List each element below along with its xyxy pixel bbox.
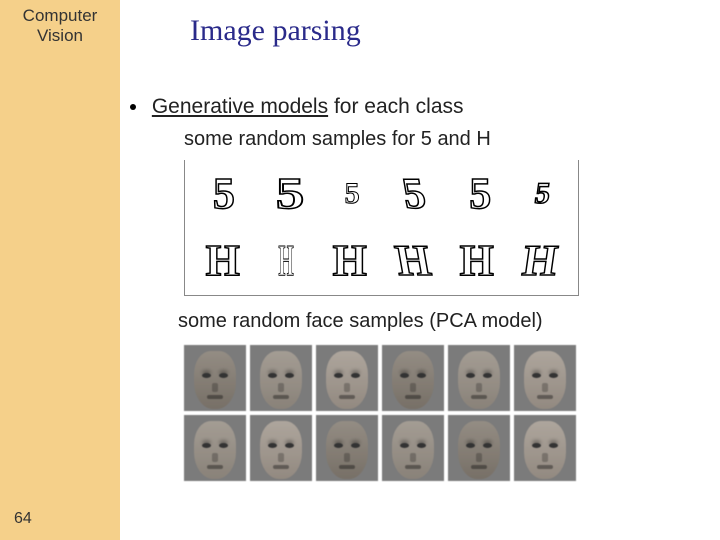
face-sample	[250, 415, 312, 481]
glyph-5: 5	[469, 172, 491, 216]
glyph-H: H	[333, 239, 367, 283]
bullet-item: Generative models for each class	[130, 95, 464, 119]
sidebar: Computer Vision	[0, 0, 120, 540]
glyph-5: 5	[213, 172, 235, 216]
glyph-H: H	[460, 239, 494, 283]
subtext-faces: some random face samples (PCA model)	[178, 310, 543, 333]
glyph-H: H	[206, 239, 240, 283]
face-sample	[250, 345, 312, 411]
sidebar-line2: Vision	[37, 26, 83, 45]
figure-samples-5-H: 5 5 5 5 5 5 H H H H H H	[184, 160, 579, 296]
face-sample	[514, 415, 576, 481]
row-fives: 5 5 5 5 5 5	[185, 160, 578, 228]
glyph-H: H	[279, 239, 294, 283]
glyph-H: H	[392, 239, 434, 283]
sidebar-line1: Computer	[23, 6, 98, 25]
face-sample	[448, 415, 510, 481]
slide-title: Image parsing	[190, 14, 361, 48]
glyph-5: 5	[345, 179, 360, 209]
bullet-underlined: Generative models	[152, 95, 328, 118]
figure-face-samples	[184, 345, 584, 481]
bullet-rest: for each class	[328, 95, 463, 118]
face-sample	[514, 345, 576, 411]
glyph-5: 5	[275, 172, 304, 216]
sidebar-title: Computer Vision	[0, 0, 120, 47]
face-sample	[448, 345, 510, 411]
face-sample	[184, 415, 246, 481]
face-sample	[184, 345, 246, 411]
page-number: 64	[14, 510, 32, 528]
bullet-dot-icon	[130, 104, 136, 110]
face-sample	[316, 345, 378, 411]
face-sample	[316, 415, 378, 481]
glyph-5: 5	[400, 172, 430, 216]
row-hs: H H H H H H	[185, 228, 578, 296]
subtext-digits: some random samples for 5 and H	[184, 128, 491, 151]
glyph-5: 5	[533, 179, 552, 209]
face-sample	[382, 415, 444, 481]
face-sample	[382, 345, 444, 411]
glyph-H: H	[520, 239, 560, 283]
